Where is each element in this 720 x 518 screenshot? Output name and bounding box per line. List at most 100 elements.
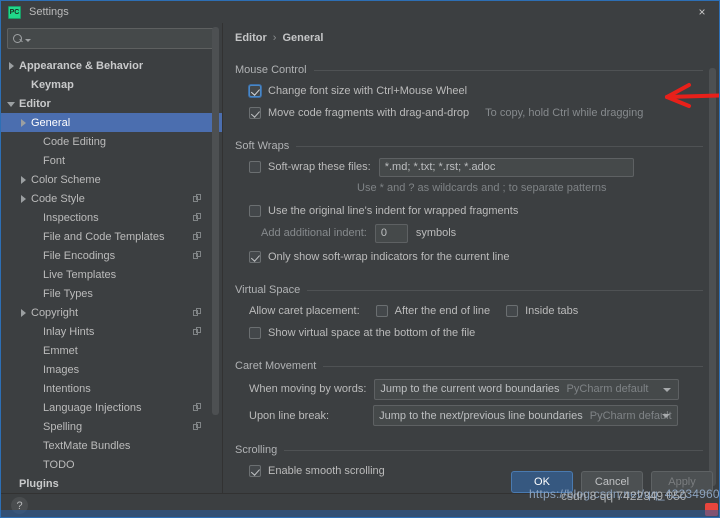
- hint-wildcards: Use * and ? as wildcards and ; to separa…: [357, 182, 607, 194]
- label-move-code-fragments: Move code fragments with drag-and-drop: [268, 107, 470, 119]
- help-button[interactable]: ?: [11, 497, 28, 514]
- sidebar-item-label: Plugins: [19, 477, 59, 490]
- breadcrumb-root[interactable]: Editor: [235, 32, 267, 44]
- sidebar-item-file-types[interactable]: File Types: [1, 284, 222, 303]
- settings-sidebar: Appearance & Behavior Keymap Editor General…: [1, 23, 223, 495]
- chevron-right-icon[interactable]: [19, 175, 29, 185]
- search-input[interactable]: [31, 32, 215, 45]
- sidebar-item-inlay-hints[interactable]: Inlay Hints: [1, 322, 222, 341]
- group-caret-movement: Caret Movement: [235, 360, 703, 372]
- chevron-right-icon[interactable]: [19, 308, 29, 318]
- sidebar-item-inspections[interactable]: Inspections: [1, 208, 222, 227]
- sidebar-item-label: Keymap: [31, 78, 74, 91]
- pycharm-logo-icon: PC: [8, 5, 21, 19]
- copy-config-icon[interactable]: [193, 403, 202, 412]
- chevron-right-icon[interactable]: [7, 61, 17, 71]
- apply-button[interactable]: Apply: [651, 471, 713, 493]
- label-after-end-of-line: After the end of line: [394, 305, 491, 317]
- search-box[interactable]: [7, 28, 216, 49]
- soft-wrap-patterns-input[interactable]: [378, 157, 634, 177]
- sidebar-item-label: Intentions: [43, 382, 91, 395]
- combo-upon-line-break[interactable]: Jump to the next/previous line boundarie…: [373, 405, 679, 426]
- group-virtual-space: Virtual Space: [235, 284, 703, 296]
- settings-main-panel: Editor › General Mouse Control Change fo…: [223, 23, 719, 495]
- label-when-moving-by-words: When moving by words:: [249, 383, 367, 395]
- sidebar-item-keymap[interactable]: Keymap: [1, 75, 222, 94]
- label-change-font-size: Change font size with Ctrl+Mouse Wheel: [268, 85, 468, 97]
- ok-button[interactable]: OK: [511, 471, 573, 493]
- group-scrolling: Scrolling: [235, 444, 703, 456]
- checkbox-change-font-size[interactable]: [249, 85, 261, 97]
- row-when-moving-by-words: When moving by words: Jump to the curren…: [235, 376, 703, 402]
- settings-tree: Appearance & Behavior Keymap Editor General…: [1, 56, 222, 495]
- combo-sub-upon-line-break: PyCharm default: [589, 409, 672, 422]
- copy-config-icon[interactable]: [193, 327, 202, 336]
- copy-config-icon[interactable]: [193, 232, 202, 241]
- sidebar-item-file-and-code-templates[interactable]: File and Code Templates: [1, 227, 222, 246]
- cancel-button[interactable]: Cancel: [581, 471, 643, 493]
- copy-config-icon[interactable]: [193, 422, 202, 431]
- window-title: Settings: [29, 6, 69, 18]
- copy-config-icon[interactable]: [193, 194, 202, 203]
- checkbox-move-code-fragments[interactable]: [249, 107, 261, 119]
- sidebar-item-live-templates[interactable]: Live Templates: [1, 265, 222, 284]
- sidebar-item-general[interactable]: General: [1, 113, 222, 132]
- label-upon-line-break: Upon line break:: [249, 409, 330, 422]
- checkbox-inside-tabs[interactable]: [506, 305, 519, 317]
- sidebar-item-plugins[interactable]: Plugins: [1, 474, 222, 493]
- sidebar-item-code-style[interactable]: Code Style: [1, 189, 222, 208]
- settings-content: Mouse Control Change font size with Ctrl…: [223, 44, 719, 482]
- sidebar-item-code-editing[interactable]: Code Editing: [1, 132, 222, 151]
- sidebar-item-todo[interactable]: TODO: [1, 455, 222, 474]
- row-wildcard-hint: Use * and ? as wildcards and ; to separa…: [235, 178, 703, 198]
- label-symbols: symbols: [415, 227, 457, 239]
- sidebar-item-font[interactable]: Font: [1, 151, 222, 170]
- title-bar: PC Settings ×: [1, 1, 719, 23]
- sidebar-item-label: Font: [43, 154, 66, 167]
- combo-value-upon-line-break: Jump to the next/previous line boundarie…: [379, 409, 583, 422]
- checkbox-original-indent[interactable]: [249, 205, 261, 217]
- copy-config-icon[interactable]: [193, 308, 202, 317]
- chevron-right-icon[interactable]: [19, 194, 29, 204]
- sidebar-item-spelling[interactable]: Spelling: [1, 417, 222, 436]
- chevron-right-icon[interactable]: [19, 118, 29, 128]
- combo-sub-when-moving: PyCharm default: [566, 383, 649, 395]
- sidebar-item-editor[interactable]: Editor: [1, 94, 222, 113]
- checkbox-after-end-of-line[interactable]: [375, 305, 388, 317]
- sidebar-item-emmet[interactable]: Emmet: [1, 341, 222, 360]
- checkbox-soft-wrap-files[interactable]: [249, 161, 261, 173]
- main-scrollbar[interactable]: [709, 68, 716, 486]
- sidebar-item-images[interactable]: Images: [1, 360, 222, 379]
- sidebar-item-appearance-behavior[interactable]: Appearance & Behavior: [1, 56, 222, 75]
- checkbox-enable-smooth-scrolling[interactable]: [249, 465, 261, 477]
- combo-when-moving-by-words[interactable]: Jump to the current word boundaries PyCh…: [374, 378, 680, 400]
- copy-config-icon[interactable]: [193, 213, 202, 222]
- sidebar-item-file-encodings[interactable]: File Encodings: [1, 246, 222, 265]
- checkbox-only-show-indicators[interactable]: [249, 251, 261, 263]
- copy-config-icon[interactable]: [193, 251, 202, 260]
- sidebar-item-intentions[interactable]: Intentions: [1, 379, 222, 398]
- close-icon[interactable]: ×: [685, 1, 719, 23]
- sidebar-item-language-injections[interactable]: Language Injections: [1, 398, 222, 417]
- sidebar-item-color-scheme[interactable]: Color Scheme: [1, 170, 222, 189]
- label-enable-smooth-scrolling: Enable smooth scrolling: [268, 465, 385, 477]
- sidebar-scrollbar[interactable]: [212, 27, 219, 415]
- label-only-show-indicators: Only show soft-wrap indicators for the c…: [268, 251, 510, 263]
- chevron-down-icon[interactable]: [7, 99, 17, 109]
- sidebar-item-textmate-bundles[interactable]: TextMate Bundles: [1, 436, 222, 455]
- additional-indent-input[interactable]: [374, 223, 408, 243]
- checkbox-show-virtual-space[interactable]: [249, 327, 261, 339]
- sidebar-item-label: TextMate Bundles: [43, 439, 131, 452]
- sidebar-item-copyright[interactable]: Copyright: [1, 303, 222, 322]
- window-body: Appearance & Behavior Keymap Editor General…: [1, 23, 719, 495]
- sidebar-item-label: Editor: [19, 97, 51, 110]
- group-title-scrolling: Scrolling: [235, 444, 278, 456]
- sidebar-item-label: General: [31, 116, 71, 129]
